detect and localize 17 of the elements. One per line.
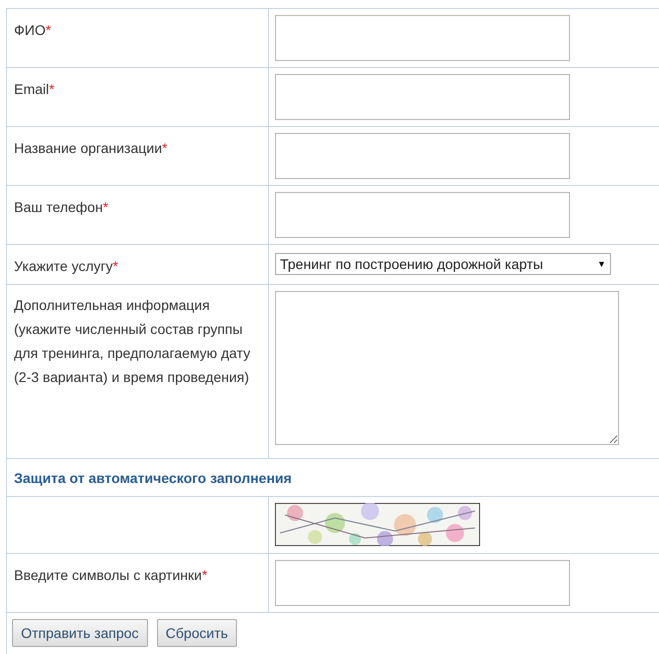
field-label: Email* (14, 81, 54, 97)
field-label: Введите символы с картинки* (14, 567, 208, 583)
field-label: Ваш телефон* (14, 199, 108, 215)
input-field[interactable] (275, 15, 570, 61)
textarea-field[interactable] (275, 291, 619, 445)
input-field[interactable] (275, 560, 570, 606)
section-heading: Защита от автоматического заполнения (14, 470, 292, 486)
input-field[interactable] (275, 192, 570, 238)
reset-button[interactable]: Сбросить (156, 619, 237, 647)
field-label: Название организации* (14, 140, 168, 156)
field-label: Дополнительная информация (укажите численный состав группы для тренинга, предполагаемую дату (2-3 варианта) и время проведения) (14, 297, 250, 385)
field-label: Укажите услугу* (14, 258, 118, 274)
field-label: ФИО* (14, 22, 52, 38)
submit-button[interactable]: Отправить запрос (12, 619, 148, 647)
input-field[interactable] (275, 133, 570, 179)
service-dropdown[interactable]: Тренинг по построению дорожной карты ▼ (275, 253, 611, 275)
input-field[interactable] (275, 74, 570, 120)
